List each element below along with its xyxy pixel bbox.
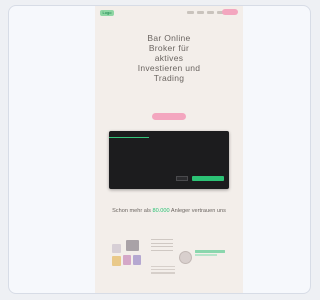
text-line [151, 249, 173, 251]
footer-lines [151, 266, 175, 276]
text-line [151, 269, 175, 271]
trust-prefix: Schon mehr als [112, 208, 153, 214]
cookie-consent-dialog [109, 131, 229, 189]
badge-tile [112, 256, 121, 266]
rating-widget [195, 249, 225, 263]
cookie-actions [114, 176, 224, 182]
text-line [151, 246, 173, 248]
text-line [151, 266, 175, 268]
hero-cta-button[interactable] [152, 113, 186, 120]
cookie-tab[interactable] [189, 133, 229, 138]
nav-link[interactable] [197, 11, 204, 14]
cookie-tab[interactable] [109, 133, 149, 138]
cookie-accept-button[interactable] [192, 176, 224, 181]
badge-tile [133, 255, 141, 265]
nav-link[interactable] [187, 11, 194, 14]
trust-suffix: Anleger vertrauen uns [169, 208, 226, 214]
nav-link[interactable] [207, 11, 214, 14]
broker-landing-page: Logo Bar Online Broker für aktives Inves… [95, 6, 243, 293]
info-lines [151, 239, 173, 253]
cookie-body-text [114, 146, 224, 170]
trust-highlight: 80.000 [152, 208, 170, 214]
thumbnail-frame: Logo Bar Online Broker für aktives Inves… [8, 5, 311, 294]
text-line [151, 272, 175, 274]
hero-title: Bar Online Broker für aktives Investiere… [137, 33, 201, 83]
badge-tile [112, 244, 121, 253]
avatar [179, 251, 192, 264]
top-navigation: Logo [95, 6, 243, 20]
text-line [151, 242, 173, 244]
cookie-tab[interactable] [149, 133, 189, 138]
text-line [151, 239, 173, 241]
rating-bar [195, 250, 225, 253]
badge-tile [123, 255, 131, 265]
nav-cta-button[interactable] [222, 9, 238, 15]
cookie-settings-button[interactable] [176, 176, 188, 181]
rating-bar [195, 254, 217, 256]
trust-statement: Schon mehr als 80.000 Anleger vertrauen … [105, 207, 233, 215]
brand-logo[interactable]: Logo [100, 10, 114, 16]
nav-links [187, 11, 224, 14]
badge-tile [126, 240, 139, 251]
cookie-tabs [109, 133, 229, 138]
